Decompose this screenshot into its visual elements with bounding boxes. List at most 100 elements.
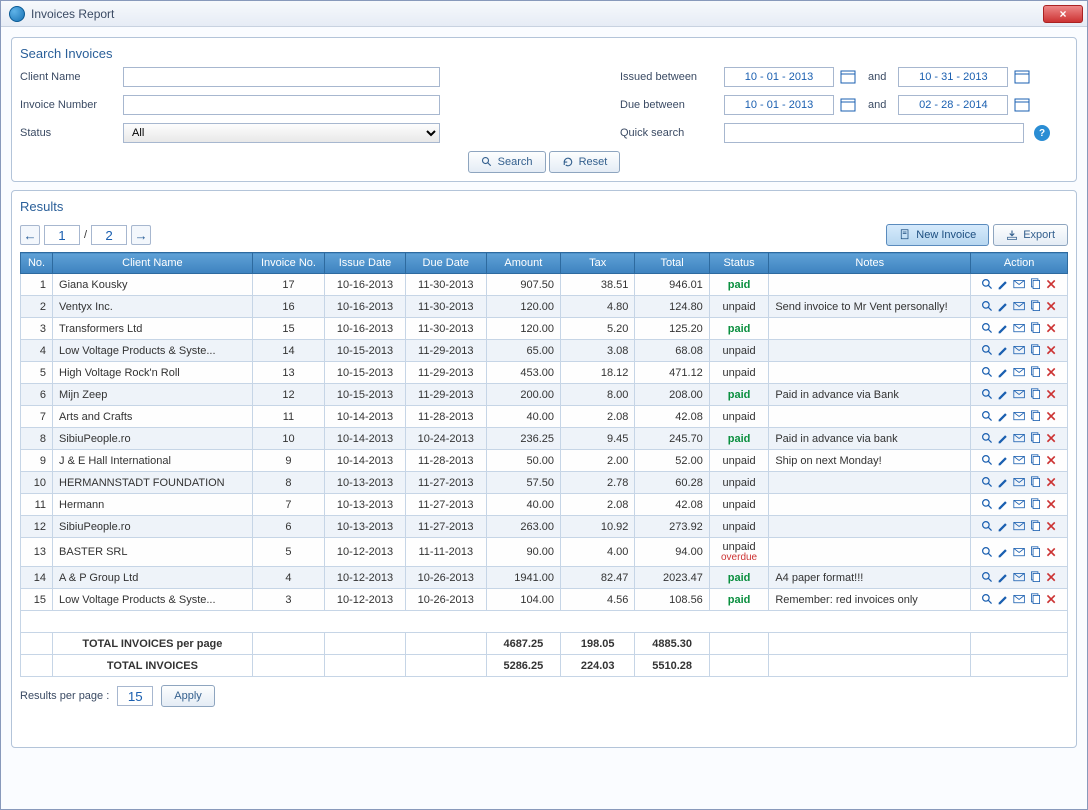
table-row[interactable]: 9J & E Hall International910-14-201311-2… [21,450,1068,472]
col-header-due[interactable]: Due Date [405,253,486,274]
invoice-number-input[interactable] [123,95,440,115]
apply-button[interactable]: Apply [161,685,215,707]
calendar-icon[interactable] [840,97,856,113]
export-button[interactable]: Export [993,224,1068,246]
view-icon[interactable] [980,344,994,358]
client-name-input[interactable] [123,67,440,87]
delete-icon[interactable] [1044,344,1058,358]
delete-icon[interactable] [1044,432,1058,446]
edit-icon[interactable] [996,388,1010,402]
edit-icon[interactable] [996,410,1010,424]
issued-to-input[interactable] [898,67,1008,87]
view-icon[interactable] [980,366,994,380]
view-icon[interactable] [980,432,994,446]
col-header-client[interactable]: Client Name [53,253,253,274]
edit-icon[interactable] [996,322,1010,336]
view-icon[interactable] [980,476,994,490]
delete-icon[interactable] [1044,410,1058,424]
copy-icon[interactable] [1028,498,1042,512]
email-icon[interactable] [1012,432,1026,446]
view-icon[interactable] [980,410,994,424]
view-icon[interactable] [980,593,994,607]
col-header-tax[interactable]: Tax [561,253,635,274]
copy-icon[interactable] [1028,410,1042,424]
delete-icon[interactable] [1044,571,1058,585]
email-icon[interactable] [1012,322,1026,336]
table-row[interactable]: 14A & P Group Ltd410-12-201310-26-201319… [21,567,1068,589]
calendar-icon[interactable] [1014,69,1030,85]
table-row[interactable]: 3Transformers Ltd1510-16-201311-30-20131… [21,318,1068,340]
delete-icon[interactable] [1044,366,1058,380]
table-row[interactable]: 8SibiuPeople.ro1010-14-201310-24-2013236… [21,428,1068,450]
view-icon[interactable] [980,278,994,292]
table-row[interactable]: 6Mijn Zeep1210-15-201311-29-2013200.008.… [21,384,1068,406]
delete-icon[interactable] [1044,545,1058,559]
edit-icon[interactable] [996,545,1010,559]
delete-icon[interactable] [1044,476,1058,490]
email-icon[interactable] [1012,410,1026,424]
email-icon[interactable] [1012,300,1026,314]
col-header-notes[interactable]: Notes [769,253,971,274]
edit-icon[interactable] [996,366,1010,380]
page-prev-button[interactable]: ← [20,225,40,245]
due-from-input[interactable] [724,95,834,115]
table-row[interactable]: 2Ventyx Inc.1610-16-201311-30-2013120.00… [21,296,1068,318]
quick-search-input[interactable] [724,123,1024,143]
copy-icon[interactable] [1028,432,1042,446]
copy-icon[interactable] [1028,388,1042,402]
col-header-amount[interactable]: Amount [486,253,560,274]
email-icon[interactable] [1012,278,1026,292]
delete-icon[interactable] [1044,278,1058,292]
copy-icon[interactable] [1028,593,1042,607]
edit-icon[interactable] [996,498,1010,512]
copy-icon[interactable] [1028,520,1042,534]
page-next-button[interactable]: → [131,225,151,245]
view-icon[interactable] [980,545,994,559]
due-to-input[interactable] [898,95,1008,115]
table-row[interactable]: 5High Voltage Rock'n Roll1310-15-201311-… [21,362,1068,384]
email-icon[interactable] [1012,593,1026,607]
view-icon[interactable] [980,322,994,336]
edit-icon[interactable] [996,520,1010,534]
col-header-status[interactable]: Status [709,253,769,274]
email-icon[interactable] [1012,388,1026,402]
col-header-action[interactable]: Action [971,253,1068,274]
table-row[interactable]: 10HERMANNSTADT FOUNDATION810-13-201311-2… [21,472,1068,494]
col-header-no[interactable]: No. [21,253,53,274]
email-icon[interactable] [1012,366,1026,380]
edit-icon[interactable] [996,476,1010,490]
copy-icon[interactable] [1028,322,1042,336]
delete-icon[interactable] [1044,498,1058,512]
copy-icon[interactable] [1028,278,1042,292]
edit-icon[interactable] [996,344,1010,358]
close-button[interactable]: × [1043,5,1083,23]
issued-from-input[interactable] [724,67,834,87]
table-row[interactable]: 13BASTER SRL510-12-201311-11-201390.004.… [21,538,1068,567]
rpp-input[interactable] [117,686,153,706]
view-icon[interactable] [980,571,994,585]
table-row[interactable]: 1Giana Kousky1710-16-201311-30-2013907.5… [21,274,1068,296]
copy-icon[interactable] [1028,476,1042,490]
table-row[interactable]: 12SibiuPeople.ro610-13-201311-27-2013263… [21,516,1068,538]
view-icon[interactable] [980,388,994,402]
view-icon[interactable] [980,454,994,468]
delete-icon[interactable] [1044,520,1058,534]
copy-icon[interactable] [1028,545,1042,559]
email-icon[interactable] [1012,454,1026,468]
email-icon[interactable] [1012,498,1026,512]
copy-icon[interactable] [1028,300,1042,314]
email-icon[interactable] [1012,476,1026,490]
search-button[interactable]: Search [468,151,546,173]
email-icon[interactable] [1012,571,1026,585]
email-icon[interactable] [1012,520,1026,534]
view-icon[interactable] [980,498,994,512]
delete-icon[interactable] [1044,388,1058,402]
email-icon[interactable] [1012,344,1026,358]
delete-icon[interactable] [1044,322,1058,336]
calendar-icon[interactable] [1014,97,1030,113]
delete-icon[interactable] [1044,454,1058,468]
col-header-invno[interactable]: Invoice No. [252,253,324,274]
edit-icon[interactable] [996,571,1010,585]
reset-button[interactable]: Reset [549,151,621,173]
new-invoice-button[interactable]: New Invoice [886,224,989,246]
